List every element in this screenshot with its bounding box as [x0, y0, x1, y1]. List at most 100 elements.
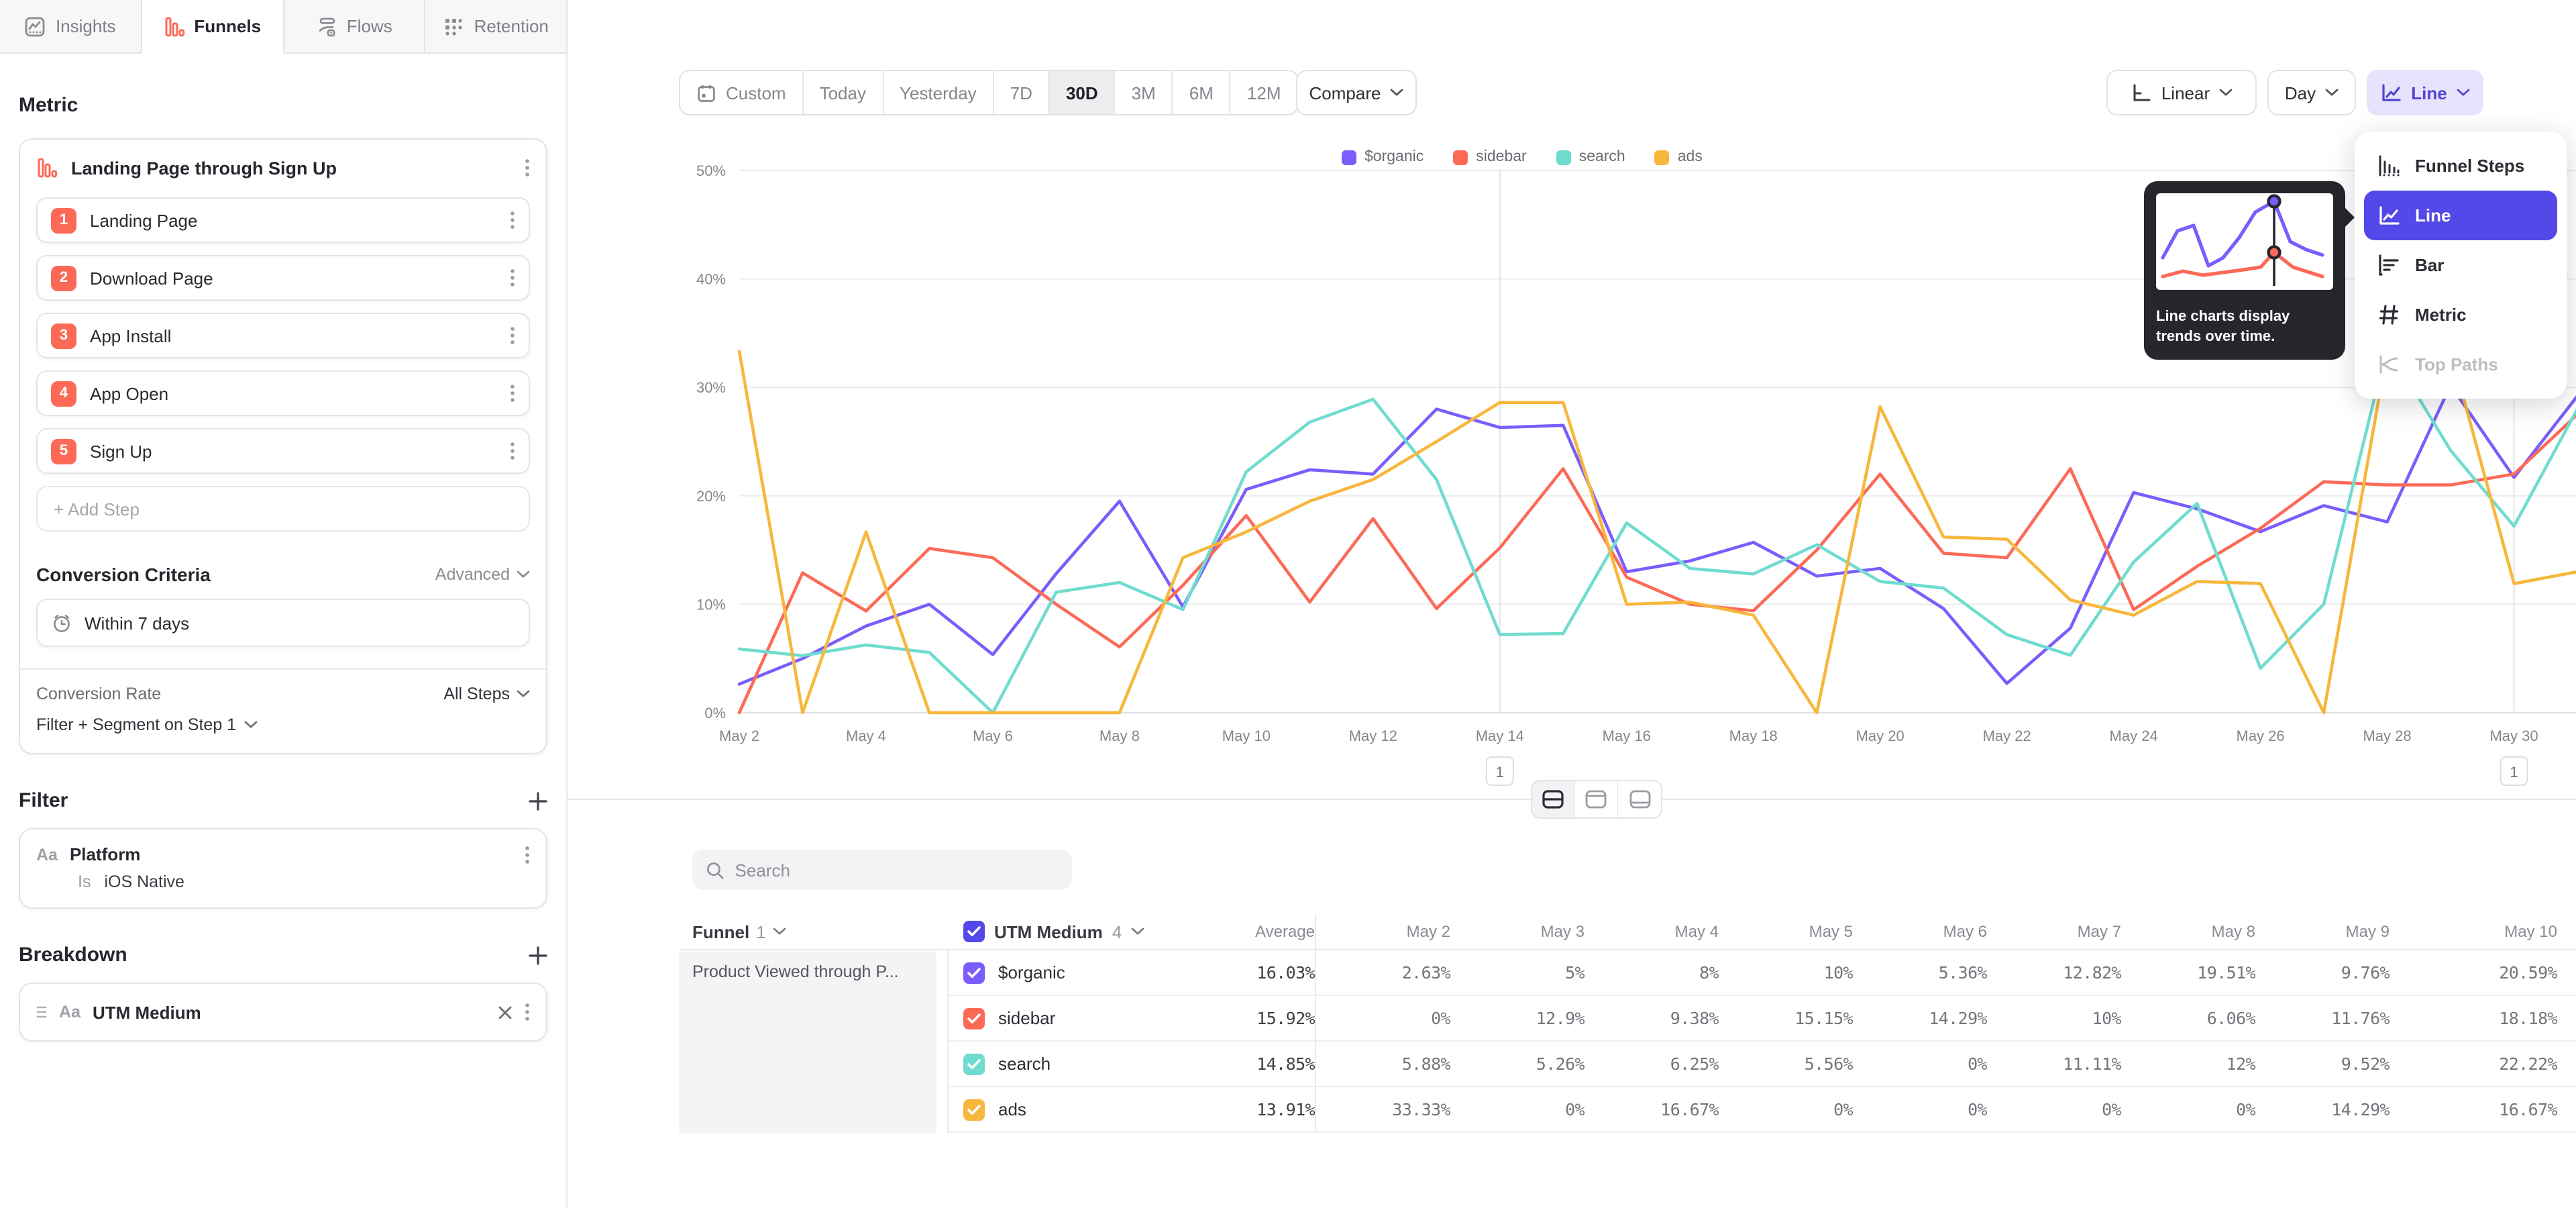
- funnel-name-cell[interactable]: Product Viewed through P...: [679, 952, 936, 1133]
- kebab-menu-icon[interactable]: [525, 1003, 530, 1021]
- add-step-button[interactable]: + Add Step: [36, 486, 530, 532]
- breakdown-column-dropdown[interactable]: UTM Medium 4: [947, 914, 1169, 949]
- menu-item-label: Top Paths: [2415, 354, 2498, 374]
- svg-text:May 14: May 14: [1476, 727, 1524, 744]
- kebab-menu-icon[interactable]: [510, 211, 515, 230]
- svg-text:0%: 0%: [704, 705, 726, 721]
- column-header-average[interactable]: Average: [1169, 914, 1316, 949]
- conversion-window-label: Within 7 days: [85, 613, 189, 633]
- compare-label: Compare: [1309, 83, 1381, 103]
- day-value: 2.63%: [1316, 950, 1450, 996]
- funnel-step-download-page[interactable]: 2Download Page: [36, 255, 530, 301]
- kebab-menu-icon[interactable]: [510, 384, 515, 403]
- column-header-may-6[interactable]: May 6: [1853, 914, 1987, 949]
- series-cell[interactable]: ads: [947, 1087, 1169, 1133]
- conversion-rate-steps-dropdown[interactable]: All Steps: [443, 685, 530, 703]
- tab-label: Insights: [56, 16, 116, 36]
- funnel-metric-icon: [36, 157, 58, 179]
- step-number-badge: 3: [51, 323, 76, 348]
- filter-property-row[interactable]: Aa Platform: [20, 829, 546, 864]
- series-checkbox[interactable]: [963, 962, 985, 983]
- add-breakdown-button[interactable]: [529, 946, 547, 964]
- date-range-today[interactable]: Today: [804, 71, 883, 114]
- add-filter-button[interactable]: [529, 791, 547, 810]
- series-cell[interactable]: sidebar: [947, 996, 1169, 1042]
- funnel-column-dropdown[interactable]: Funnel 1: [679, 914, 947, 949]
- chart-type-dropdown[interactable]: Line: [2367, 70, 2483, 115]
- funnel-step-app-install[interactable]: 3App Install: [36, 313, 530, 358]
- kebab-menu-icon[interactable]: [525, 845, 530, 864]
- filter-operator[interactable]: Is: [78, 872, 91, 891]
- average-value: 15.92%: [1169, 996, 1316, 1042]
- breakdown-property-name: UTM Medium: [93, 1002, 486, 1022]
- date-range-3m[interactable]: 3M: [1116, 71, 1173, 114]
- kebab-menu-icon[interactable]: [510, 268, 515, 287]
- menu-item-metric[interactable]: Metric: [2364, 290, 2557, 340]
- date-range-custom[interactable]: Custom: [680, 71, 804, 114]
- funnel-step-sign-up[interactable]: 5Sign Up: [36, 428, 530, 474]
- day-value: 18.18%: [2390, 996, 2576, 1042]
- menu-item-line[interactable]: Line: [2364, 191, 2557, 240]
- layout-table-only-button[interactable]: [1618, 781, 1661, 817]
- tab-funnels[interactable]: Funnels: [142, 0, 284, 54]
- date-range-12m[interactable]: 12M: [1231, 71, 1297, 114]
- kebab-menu-icon[interactable]: [525, 158, 530, 177]
- day-value: 0%: [1853, 1042, 1987, 1087]
- kebab-menu-icon[interactable]: [510, 442, 515, 460]
- date-range-30d[interactable]: 30D: [1050, 71, 1116, 114]
- date-range-yesterday[interactable]: Yesterday: [883, 71, 994, 114]
- funnel-step-app-open[interactable]: 4App Open: [36, 370, 530, 416]
- date-range-7d[interactable]: 7D: [994, 71, 1050, 114]
- scale-dropdown[interactable]: Linear: [2106, 70, 2257, 115]
- column-header-may-2[interactable]: May 2: [1316, 914, 1450, 949]
- day-value: 14.29%: [1853, 996, 1987, 1042]
- layout-split-view-button[interactable]: [1532, 781, 1575, 817]
- chevron-down-icon: [1131, 927, 1144, 936]
- column-header-may-5[interactable]: May 5: [1719, 914, 1853, 949]
- chevron-down-icon: [2325, 89, 2339, 97]
- funnel-name-text: Product Viewed through P...: [692, 962, 899, 981]
- funnel-step-landing-page[interactable]: 1Landing Page: [36, 197, 530, 243]
- interval-dropdown[interactable]: Day: [2267, 70, 2356, 115]
- date-range-6m[interactable]: 6M: [1173, 71, 1231, 114]
- filter-value[interactable]: iOS Native: [104, 872, 184, 891]
- step-number-badge: 1: [51, 207, 76, 233]
- series-checkbox[interactable]: [963, 1007, 985, 1029]
- compare-button[interactable]: Compare: [1296, 70, 1417, 115]
- column-header-may-8[interactable]: May 8: [2121, 914, 2255, 949]
- conversion-window-button[interactable]: Within 7 days: [36, 599, 530, 647]
- select-all-checkbox[interactable]: [963, 921, 985, 942]
- series-cell[interactable]: search: [947, 1042, 1169, 1087]
- remove-breakdown-icon[interactable]: [498, 1005, 513, 1019]
- svg-text:50%: 50%: [696, 162, 726, 179]
- layout-chart-only-button[interactable]: [1575, 781, 1618, 817]
- menu-item-bar[interactable]: Bar: [2364, 240, 2557, 290]
- filter-segment-step-dropdown[interactable]: Filter + Segment on Step 1: [36, 715, 530, 734]
- series-checkbox[interactable]: [963, 1099, 985, 1120]
- column-header-may-7[interactable]: May 7: [1987, 914, 2121, 949]
- menu-item-top-paths[interactable]: Top Paths: [2364, 340, 2557, 389]
- tab-flows[interactable]: Flows: [284, 0, 426, 54]
- menu-item-funnel-steps[interactable]: Funnel Steps: [2364, 141, 2557, 191]
- kebab-menu-icon[interactable]: [510, 326, 515, 345]
- drag-handle-icon[interactable]: [36, 1005, 47, 1019]
- column-header-may-9[interactable]: May 9: [2255, 914, 2390, 949]
- tab-retention[interactable]: Retention: [426, 0, 568, 54]
- annotation-badge[interactable]: 1: [1487, 757, 1513, 785]
- chevron-down-icon: [244, 721, 258, 729]
- column-header-may-10[interactable]: May 10: [2390, 914, 2576, 949]
- annotation-badge[interactable]: 1: [2501, 757, 2528, 785]
- series-cell[interactable]: $organic: [947, 950, 1169, 996]
- breakdown-table: Funnel 1 UTM Medium 4 AverageMay 2May 3M…: [679, 914, 2576, 1133]
- column-header-may-4[interactable]: May 4: [1585, 914, 1719, 949]
- search-input[interactable]: [735, 860, 1059, 880]
- column-header-may-3[interactable]: May 3: [1450, 914, 1585, 949]
- tab-insights[interactable]: Insights: [0, 0, 142, 54]
- advanced-toggle[interactable]: Advanced: [435, 565, 530, 584]
- svg-text:May 30: May 30: [2489, 727, 2538, 744]
- bar-chart-icon: [2377, 254, 2400, 276]
- svg-text:20%: 20%: [696, 488, 726, 505]
- breakdown-property-row[interactable]: Aa UTM Medium: [20, 984, 546, 1040]
- svg-text:May 6: May 6: [973, 727, 1013, 744]
- series-checkbox[interactable]: [963, 1053, 985, 1074]
